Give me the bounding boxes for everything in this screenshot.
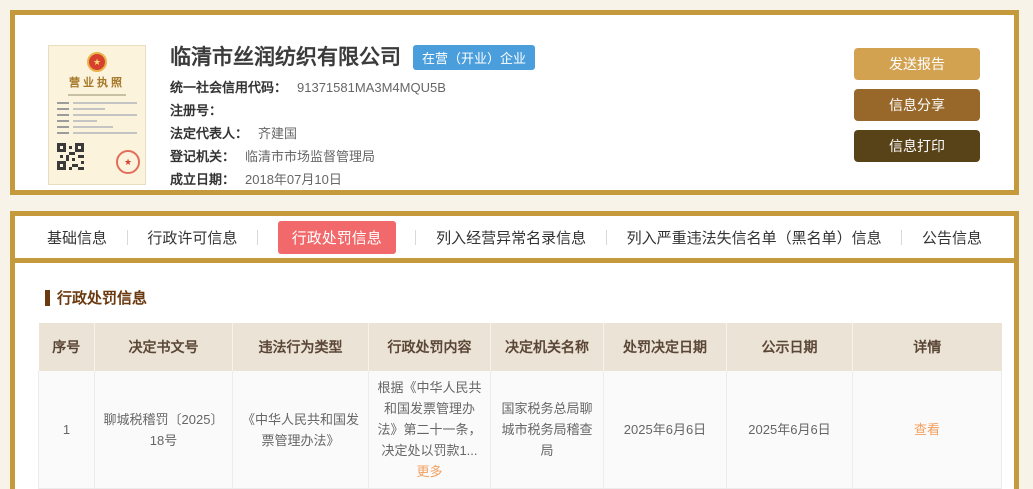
license-subtitle-line	[68, 94, 126, 96]
field-credit-code: 统一社会信用代码： 91371581MA3M4MQU5B	[170, 81, 535, 94]
penalty-table: 序号 决定书文号 违法行为类型 行政处罚内容 决定机关名称 处罚决定日期 公示日…	[38, 323, 1002, 489]
table-header-row: 序号 决定书文号 违法行为类型 行政处罚内容 决定机关名称 处罚决定日期 公示日…	[39, 323, 1002, 371]
header-authority: 决定机关名称	[491, 323, 604, 371]
tab-abnormal-operation[interactable]: 列入经营异常名录信息	[436, 227, 586, 248]
tab-announcement[interactable]: 公告信息	[922, 227, 982, 248]
detail-card: 基础信息 行政许可信息 行政处罚信息 列入经营异常名录信息 列入严重违法失信名单…	[10, 211, 1019, 489]
status-badge: 在营（开业）企业	[413, 45, 535, 70]
cell-detail: 查看	[853, 371, 1002, 489]
license-title: 营业执照	[49, 74, 145, 90]
tab-separator	[415, 230, 416, 245]
section-marker	[45, 290, 50, 306]
tab-separator	[606, 230, 607, 245]
send-report-button[interactable]: 发送报告	[854, 48, 980, 80]
company-name: 临清市丝润纺织有限公司	[170, 45, 401, 70]
view-detail-link[interactable]: 查看	[914, 422, 940, 437]
field-legal-representative: 法定代表人： 齐建国	[170, 127, 535, 140]
header-penalty-content: 行政处罚内容	[369, 323, 491, 371]
tab-admin-license[interactable]: 行政许可信息	[147, 227, 237, 248]
tab-separator	[257, 230, 258, 245]
action-buttons: 发送报告 信息分享 信息打印	[854, 45, 980, 162]
more-link[interactable]: 更多	[377, 461, 482, 482]
business-license-thumbnail[interactable]: ★ 营业执照 ★	[48, 45, 146, 185]
field-registration-authority: 登记机关： 临清市市场监督管理局	[170, 150, 535, 163]
cell-seq: 1	[39, 371, 95, 489]
cell-authority: 国家税务总局聊城市税务局稽查局	[491, 371, 604, 489]
header-publish-date: 公示日期	[727, 323, 853, 371]
header-decision-date: 处罚决定日期	[604, 323, 727, 371]
cell-publish-date: 2025年6月6日	[727, 371, 853, 489]
field-registration-no: 注册号：	[170, 104, 535, 117]
cell-decision-date: 2025年6月6日	[604, 371, 727, 489]
national-emblem-icon: ★	[87, 52, 107, 72]
header-detail: 详情	[853, 323, 1002, 371]
red-seal-icon: ★	[116, 150, 140, 174]
tab-content: 行政处罚信息 序号 决定书文号 违法行为类型 行政处罚内容 决定机关名称 处罚决…	[15, 263, 1014, 489]
tab-separator	[901, 230, 902, 245]
section-title: 行政处罚信息	[45, 287, 995, 308]
share-info-button[interactable]: 信息分享	[854, 89, 980, 121]
cell-penalty-content: 根据《中华人民共和国发票管理办法》第二十一条，决定处以罚款1... 更多	[369, 371, 491, 489]
tab-admin-penalty[interactable]: 行政处罚信息	[278, 221, 396, 254]
header-doc-no: 决定书文号	[95, 323, 233, 371]
print-info-button[interactable]: 信息打印	[854, 130, 980, 162]
header-seq: 序号	[39, 323, 95, 371]
qr-code	[57, 143, 84, 170]
company-info: 临清市丝润纺织有限公司 在营（开业）企业 统一社会信用代码： 91371581M…	[170, 45, 535, 196]
company-summary-card: ★ 营业执照 ★ 临清市丝润纺织有限公司 在营（开业）企业 统一社会信用代码： …	[10, 10, 1019, 195]
header-violation-type: 违法行为类型	[233, 323, 369, 371]
table-row: 1 聊城税稽罚〔2025〕18号 《中华人民共和国发票管理办法》 根据《中华人民…	[39, 371, 1002, 489]
tab-basic-info[interactable]: 基础信息	[47, 227, 107, 248]
cell-doc-no: 聊城税稽罚〔2025〕18号	[95, 371, 233, 489]
tab-serious-violation-blacklist[interactable]: 列入严重违法失信名单（黑名单）信息	[627, 227, 882, 248]
tab-bar: 基础信息 行政许可信息 行政处罚信息 列入经营异常名录信息 列入严重违法失信名单…	[15, 216, 1014, 263]
field-establish-date: 成立日期： 2018年07月10日	[170, 173, 535, 186]
cell-violation-type: 《中华人民共和国发票管理办法》	[233, 371, 369, 489]
tab-separator	[127, 230, 128, 245]
